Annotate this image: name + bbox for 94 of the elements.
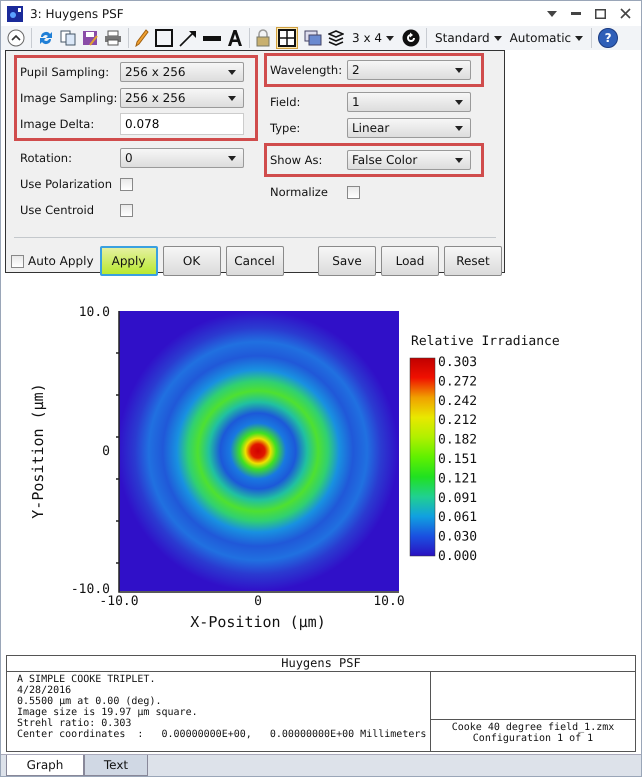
color-scale-label: 0.000: [438, 549, 478, 564]
dropdown[interactable]: False Color: [347, 150, 471, 170]
field-label: Use Centroid: [20, 203, 96, 217]
color-scale-label: 0.182: [438, 432, 478, 448]
dropdown[interactable]: 256 x 256: [120, 62, 244, 82]
x-axis-label: X-Position (µm): [190, 613, 326, 631]
close-icon[interactable]: [620, 8, 631, 19]
window-title: 3: Huygens PSF: [30, 6, 124, 20]
help-button[interactable]: ?: [598, 28, 618, 48]
color-scale-label: 0.091: [438, 490, 478, 506]
windows-icon[interactable]: [304, 30, 322, 46]
caret-icon: [228, 70, 236, 74]
caret-icon: [494, 36, 502, 40]
dialog-button[interactable]: Cancel: [226, 246, 284, 276]
caret-icon: [386, 36, 394, 40]
dropdown[interactable]: 2: [347, 60, 471, 80]
tab[interactable]: Text: [84, 755, 148, 776]
color-scale-label: 0.030: [438, 530, 478, 545]
color-scale-label: 0.212: [438, 413, 478, 428]
text-line: Center coordinates : 0.00000000E+00, 0.00000000E+00 Millimeters: [17, 729, 428, 740]
layout-dropdown[interactable]: 3 x 4: [350, 31, 396, 45]
save-icon[interactable]: [82, 30, 98, 46]
toolbar-dropdown[interactable]: Automatic: [508, 31, 586, 45]
field-label: Rotation:: [20, 151, 73, 165]
dropdown[interactable]: Linear: [347, 118, 471, 138]
y-tick-label: -10.0: [70, 582, 110, 597]
x-tick-label: 10.0: [373, 594, 405, 609]
field-label: Field:: [270, 95, 302, 109]
caret-icon: [228, 96, 236, 100]
field-label: Wavelength:: [270, 63, 344, 77]
text-line: 0.5500 µm at 0.00 (deg).: [17, 696, 162, 707]
field-label: Image Delta:: [20, 117, 96, 131]
collapse-icon[interactable]: [7, 29, 25, 47]
field-label: Type:: [270, 121, 302, 135]
text-icon[interactable]: [227, 30, 243, 46]
copy-icon[interactable]: [60, 30, 76, 46]
checkbox[interactable]: [120, 178, 133, 190]
dropdown[interactable]: 256 x 256: [120, 88, 244, 108]
app-icon: [7, 6, 23, 22]
y-tick-label: 0: [102, 444, 110, 459]
field-label: Normalize: [270, 185, 329, 199]
color-scale-label: 0.272: [438, 374, 478, 390]
color-scale-label: 0.121: [438, 471, 478, 486]
y-tick-label: 10.0: [78, 305, 110, 320]
color-scale-label: 0.061: [438, 510, 478, 526]
grid-toggle-button[interactable]: [276, 27, 298, 49]
caret-icon: [455, 158, 463, 162]
dialog-button[interactable]: Apply: [100, 246, 158, 276]
text-line: Image size is 19.97 µm square.: [17, 707, 199, 718]
rectangle-icon[interactable]: [155, 29, 173, 47]
dropdown[interactable]: 1: [347, 92, 471, 112]
caret-icon: [455, 100, 463, 104]
dropdown-caret-icon[interactable]: [547, 10, 557, 16]
pencil-icon[interactable]: [135, 29, 149, 47]
toolbar-dropdown[interactable]: Standard: [433, 31, 504, 45]
checkbox-label: Auto Apply: [28, 254, 94, 268]
checkbox[interactable]: [120, 204, 133, 216]
maximize-icon[interactable]: [595, 8, 606, 18]
input-field[interactable]: 0.078: [120, 113, 244, 135]
lock-icon[interactable]: [256, 29, 270, 47]
dialog-button[interactable]: Load: [381, 246, 439, 276]
field-label: Show As:: [270, 153, 324, 167]
text-line: Cooke 40 degree field_1.zmx: [450, 722, 616, 733]
print-icon[interactable]: [104, 30, 122, 46]
caret-icon: [228, 156, 236, 160]
dialog-button[interactable]: Save: [318, 246, 376, 276]
checkbox[interactable]: [347, 186, 360, 198]
arrow-icon[interactable]: [179, 29, 197, 47]
caret-icon: [455, 68, 463, 72]
x-tick-label: -10.0: [99, 594, 139, 609]
text-line: Configuration 1 of 1: [472, 733, 594, 744]
caret-icon: [455, 126, 463, 130]
field-label: Image Sampling:: [20, 91, 118, 105]
dialog-button[interactable]: Reset: [444, 246, 502, 276]
tab[interactable]: Graph: [6, 755, 84, 776]
color-scale-label: 0.303: [438, 355, 478, 370]
text-block-title: Huygens PSF: [7, 656, 635, 672]
field-label: Use Polarization: [20, 177, 113, 191]
text-line: Strehl ratio: 0.303: [17, 718, 132, 729]
checkbox[interactable]: [11, 254, 24, 268]
text-line: A SIMPLE COOKE TRIPLET.: [17, 674, 156, 685]
color-scale-label: 0.242: [438, 394, 478, 409]
layers-icon[interactable]: [328, 30, 344, 46]
caret-icon: [575, 36, 584, 40]
dropdown[interactable]: 0: [120, 148, 244, 168]
refresh-icon[interactable]: [38, 30, 54, 46]
field-label: Pupil Sampling:: [20, 65, 110, 79]
dialog-button[interactable]: OK: [162, 246, 221, 276]
color-scale-label: 0.151: [438, 452, 478, 467]
legend-title: Relative Irradiance: [411, 334, 560, 349]
rotate-icon[interactable]: [402, 29, 420, 47]
y-axis-label: Y-Position (µm): [29, 383, 47, 519]
text-line: 4/28/2016: [17, 685, 72, 696]
x-tick-label: 0: [254, 594, 262, 609]
